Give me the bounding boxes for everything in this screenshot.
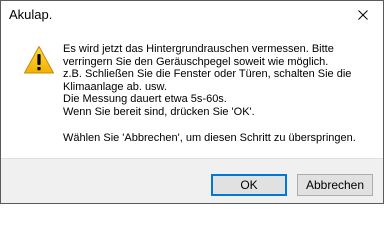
message-line: Wenn Sie bereit sind, drücken Sie 'OK'. [63,105,255,118]
button-bar: OK Abbrechen [1,158,383,203]
message-line: Die Messung dauert etwa 5s-60s. [63,93,227,106]
skip-hint: Wählen Sie 'Abbrechen', um diesen Schrit… [63,131,356,144]
warning-icon [23,45,55,75]
close-button[interactable] [343,1,383,29]
message-dialog: Akulap. Es wird jetzt das Hintergrundrau… [0,0,384,204]
message-line: Es wird jetzt das Hintergrundrauschen ve… [63,43,334,55]
message-line: verringern Sie den Geräuschpegel soweit … [63,55,329,68]
window-title: Akulap. [9,7,53,22]
message-line: z.B. Schließen Sie die Fenster oder Türe… [63,68,352,81]
message-text: Es wird jetzt das Hintergrundrauschen ve… [63,43,381,144]
close-icon [358,10,368,20]
message-line: Klimaanlage ab. usw. [63,80,167,93]
ok-button[interactable]: OK [211,174,287,196]
dialog-content: Es wird jetzt das Hintergrundrauschen ve… [1,29,383,158]
title-bar[interactable]: Akulap. [1,1,383,29]
cancel-button[interactable]: Abbrechen [297,174,373,196]
